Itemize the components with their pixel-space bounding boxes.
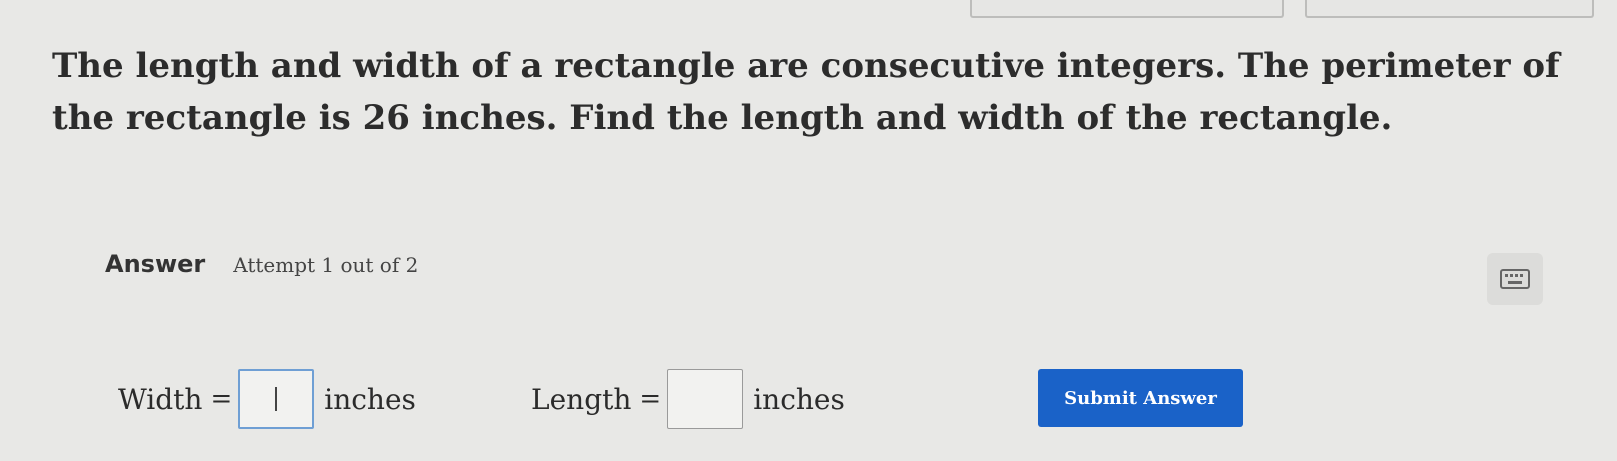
- length-unit: inches: [753, 382, 845, 416]
- length-field-group: Length = inches: [531, 367, 845, 431]
- width-label: Width: [118, 382, 203, 416]
- width-equals: =: [210, 384, 233, 414]
- length-input[interactable]: [667, 369, 744, 429]
- question-text: The length and width of a rectangle are …: [52, 46, 1560, 138]
- answer-row: Width = inches Length = inches Submit An…: [118, 367, 1608, 431]
- width-field-group: Width = inches: [118, 367, 416, 431]
- submit-answer-button[interactable]: Submit Answer: [1038, 369, 1243, 427]
- keyboard-button[interactable]: [1487, 253, 1543, 305]
- top-tab-right: [1305, 0, 1594, 18]
- width-input[interactable]: [238, 369, 315, 429]
- answer-label: Answer: [105, 250, 206, 278]
- keyboard-icon: [1500, 269, 1530, 289]
- length-label: Length: [531, 382, 632, 416]
- attempt-counter: Attempt 1 out of 2: [233, 253, 419, 277]
- width-unit: inches: [324, 382, 416, 416]
- length-equals: =: [639, 384, 662, 414]
- answer-header: Answer Attempt 1 out of 2: [105, 250, 418, 278]
- text-caret: [275, 387, 278, 411]
- top-tab-left: [970, 0, 1284, 18]
